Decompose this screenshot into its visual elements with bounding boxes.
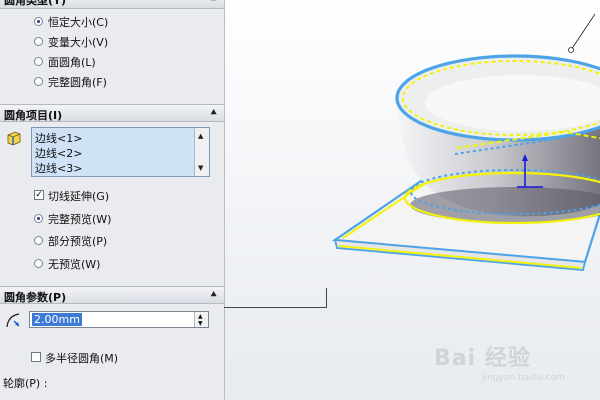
list-item[interactable]: 边线<2>: [35, 145, 82, 161]
radius-value[interactable]: 2.00mm: [32, 313, 82, 326]
bowl-body: [395, 54, 600, 223]
graphics-viewport[interactable]: [225, 0, 600, 400]
callout-anchor[interactable]: [568, 47, 574, 53]
radio-button[interactable]: [34, 236, 43, 245]
fillet-type-title: 圆角类型(Y): [4, 0, 67, 7]
edge-cube-icon: [7, 131, 21, 146]
watermark-brand: Bai 经验: [434, 346, 531, 371]
list-item[interactable]: 边线<1>: [35, 130, 82, 146]
fillet-items-title: 圆角项目(I): [4, 109, 63, 122]
fillet-type-header[interactable]: 圆角类型(Y) ⯅: [0, 0, 224, 9]
radio-label: 部分预览(P): [48, 235, 108, 248]
fillet-params-header[interactable]: 圆角参数(P) ⯅: [0, 286, 224, 304]
radio-button[interactable]: [34, 17, 43, 26]
radio-label: 完整预览(W): [48, 213, 112, 226]
chevron-up-icon[interactable]: ⯅: [209, 0, 218, 6]
radio-label: 面圆角(L): [48, 56, 96, 69]
scroll-down-icon[interactable]: ▼: [198, 164, 203, 172]
callout-line-vertical: [326, 288, 327, 308]
radio-button[interactable]: [34, 214, 43, 223]
list-item[interactable]: 边线<3>: [35, 160, 82, 176]
fillet-params-title: 圆角参数(P): [4, 291, 67, 304]
spin-down-icon[interactable]: ▼: [198, 320, 203, 327]
radio-button[interactable]: [34, 77, 43, 86]
checkbox-label: 切线延伸(G): [48, 190, 110, 203]
property-manager-panel: 圆角类型(Y) ⯅ 恒定大小(C) 变量大小(V) 面圆角(L) 完整圆角(F)…: [0, 0, 225, 400]
scroll-up-icon[interactable]: ▲: [198, 132, 203, 140]
checkbox[interactable]: [31, 352, 41, 362]
chevron-up-icon[interactable]: ⯅: [209, 106, 218, 120]
radio-label: 无预览(W): [48, 258, 101, 271]
watermark-url: jingyan.baidu.com: [482, 373, 566, 383]
fillet-items-header[interactable]: 圆角项目(I) ⯅: [0, 104, 224, 122]
radius-icon: [6, 313, 20, 328]
callout-leader: [570, 13, 596, 51]
callout-line-horizontal: [224, 307, 327, 308]
model-preview[interactable]: [225, 0, 600, 400]
radius-input[interactable]: 2.00mm ▲ ▼: [29, 311, 209, 328]
radio-button[interactable]: [34, 37, 43, 46]
edge-selection-list[interactable]: 边线<1> 边线<2> 边线<3> ▲ ▼: [31, 127, 210, 177]
radio-label: 完整圆角(F): [48, 76, 107, 89]
spin-up-icon[interactable]: ▲: [198, 313, 203, 320]
radio-label: 变量大小(V): [48, 36, 109, 49]
checkbox[interactable]: ✓: [34, 190, 44, 200]
chevron-up-icon[interactable]: ⯅: [209, 288, 218, 302]
list-scrollbar[interactable]: ▲ ▼: [194, 128, 209, 176]
profile-label: 轮廓(P) :: [3, 377, 48, 390]
radio-button[interactable]: [34, 259, 43, 268]
radio-label: 恒定大小(C): [48, 16, 109, 29]
checkbox-label: 多半径圆角(M): [45, 352, 119, 365]
radius-spinner[interactable]: ▲ ▼: [194, 312, 208, 327]
radio-button[interactable]: [34, 57, 43, 66]
